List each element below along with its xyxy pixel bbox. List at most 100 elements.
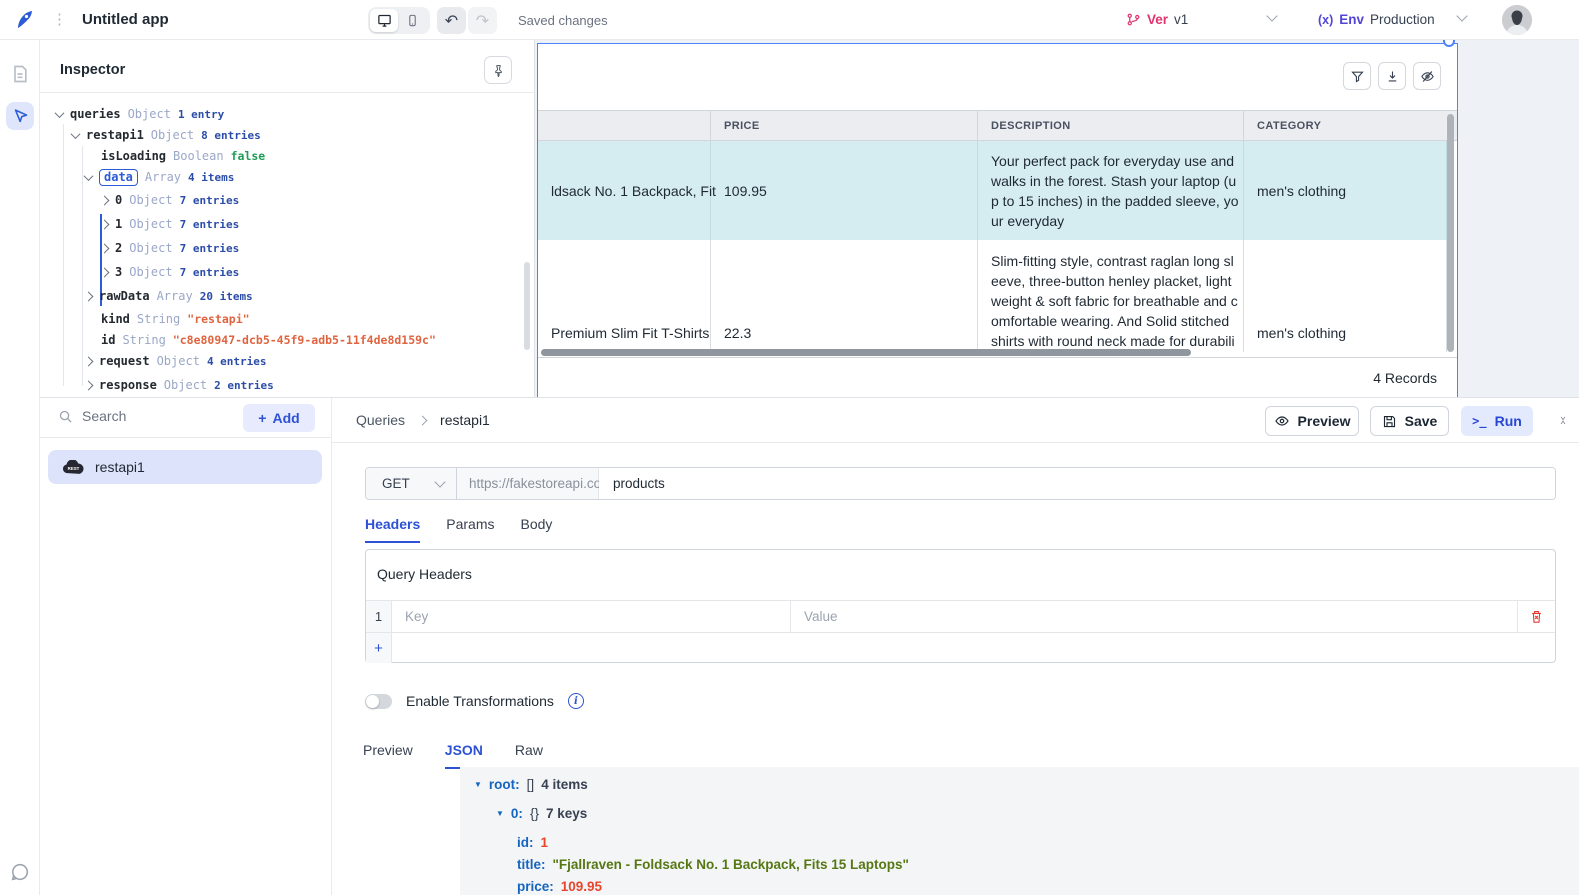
request-tabs: Headers Params Body	[365, 516, 552, 543]
query-editor: Queries restapi1 Preview Save	[332, 398, 1579, 895]
tree-node-request[interactable]: requestObject4 entries	[85, 351, 267, 371]
env-chevron-down-icon[interactable]	[1456, 10, 1467, 21]
preview-button[interactable]: Preview	[1265, 406, 1359, 436]
chevron-right-icon[interactable]	[84, 380, 94, 390]
column-header-category[interactable]: CATEGORY	[1244, 111, 1447, 140]
chevron-right-icon[interactable]	[100, 243, 110, 253]
save-button[interactable]: Save	[1370, 406, 1449, 436]
left-sidebar	[0, 40, 40, 895]
add-query-button[interactable]: + Add	[243, 404, 315, 432]
json-node-price: price: 109.95	[517, 879, 602, 894]
table-row[interactable]: ldsack No. 1 Backpack, Fit 109.95 Your p…	[538, 141, 1447, 240]
header-key-input[interactable]: Key	[392, 601, 791, 632]
tree-node-data-0[interactable]: 0Object7 entries	[101, 190, 239, 210]
triangle-down-icon[interactable]: ▼	[474, 780, 482, 789]
table-widget[interactable]: PRICE DESCRIPTION CATEGORY ldsack No. 1 …	[537, 43, 1458, 397]
tab-response-raw[interactable]: Raw	[515, 742, 543, 769]
chevron-down-icon[interactable]	[84, 171, 94, 181]
tree-node-restapi1[interactable]: restapi1Object8 entries	[72, 125, 261, 145]
tree-node-data-1[interactable]: 1Object7 entries	[101, 214, 239, 234]
breadcrumb-restapi1[interactable]: restapi1	[440, 412, 490, 428]
tab-response-json[interactable]: JSON	[445, 742, 483, 769]
json-node-0[interactable]: ▼ 0: {} 7 keys	[496, 806, 587, 821]
device-toggle[interactable]	[368, 7, 430, 34]
appsmith-logo-icon[interactable]	[12, 8, 36, 32]
run-button[interactable]: >_ Run	[1461, 406, 1533, 436]
table-row[interactable]: Premium Slim Fit T-Shirts 22.3 Slim-fitt…	[538, 240, 1447, 352]
json-node-root[interactable]: ▼ root: [] 4 items	[474, 777, 588, 792]
chevron-right-icon[interactable]	[100, 219, 110, 229]
tree-node-response[interactable]: responseObject2 entries	[85, 375, 274, 395]
tree-node-data-3[interactable]: 3Object7 entries	[101, 262, 239, 282]
column-header-title[interactable]	[538, 111, 711, 140]
pin-icon[interactable]	[484, 56, 512, 84]
query-list-item-restapi1[interactable]: REST restapi1	[48, 450, 322, 484]
pages-icon[interactable]	[6, 60, 34, 88]
tree-node-data[interactable]: dataArray4 items	[85, 167, 234, 187]
tree-node-kind[interactable]: kindString"restapi"	[101, 309, 250, 329]
request-url-row: GET https://fakestoreapi.com/ products	[365, 467, 1556, 500]
column-header-description[interactable]: DESCRIPTION	[978, 111, 1244, 140]
collapse-pane-icon[interactable]: ⌄⌃	[1560, 412, 1566, 430]
divider	[40, 92, 534, 93]
json-node-title: title: "Fjallraven - Foldsack No. 1 Back…	[517, 857, 909, 872]
tree-node-id[interactable]: idString"c8e80947-dcb5-45f9-adb5-11f4de8…	[101, 330, 436, 350]
breadcrumb-queries[interactable]: Queries	[356, 412, 405, 428]
chevron-right-icon[interactable]	[100, 267, 110, 277]
mobile-icon[interactable]	[398, 9, 426, 32]
branch-icon	[1126, 12, 1141, 27]
json-response-viewer: ▼ root: [] 4 items ▼ 0: {} 7 keys id: 1 …	[460, 767, 1579, 895]
desktop-icon[interactable]	[370, 9, 398, 32]
tab-headers[interactable]: Headers	[365, 516, 420, 543]
table-horizontal-scrollbar[interactable]	[541, 349, 1191, 356]
undo-button[interactable]: ↶	[437, 7, 466, 34]
inspector-title: Inspector	[60, 62, 125, 78]
chat-help-icon[interactable]	[6, 858, 34, 886]
user-avatar[interactable]	[1502, 5, 1532, 35]
chevron-down-icon[interactable]	[71, 129, 81, 139]
cell-category: men's clothing	[1257, 181, 1446, 201]
chevron-right-icon[interactable]	[84, 356, 94, 366]
search-row: Search + Add	[40, 398, 332, 438]
method-select[interactable]: GET	[366, 468, 457, 499]
inspector-scrollbar[interactable]	[524, 262, 530, 350]
enable-transformations-toggle[interactable]	[365, 694, 392, 709]
select-tool-icon[interactable]	[6, 102, 34, 130]
url-path-input[interactable]: products	[599, 468, 1555, 499]
redo-button[interactable]: ↷	[468, 7, 497, 34]
chevron-right-icon[interactable]	[84, 291, 94, 301]
column-header-price[interactable]: PRICE	[711, 111, 978, 140]
tab-body[interactable]: Body	[521, 516, 553, 543]
tree-node-data-2[interactable]: 2Object7 entries	[101, 238, 239, 258]
hide-columns-icon[interactable]	[1413, 62, 1441, 90]
filter-icon[interactable]	[1343, 62, 1371, 90]
cell-title: ldsack No. 1 Backpack, Fit	[551, 181, 710, 201]
delete-row-button[interactable]	[1518, 601, 1555, 632]
tab-response-preview[interactable]: Preview	[363, 742, 413, 769]
chevron-right-icon[interactable]	[100, 195, 110, 205]
download-icon[interactable]	[1378, 62, 1406, 90]
header-value-input[interactable]: Value	[791, 601, 1518, 632]
chevron-right-icon	[418, 415, 428, 425]
chevron-down-icon[interactable]	[55, 108, 65, 118]
cell-price: 22.3	[724, 323, 977, 343]
tree-node-rawdata[interactable]: rawDataArray20 items	[85, 286, 253, 306]
version-selector[interactable]: Ver v1	[1126, 12, 1188, 27]
tab-params[interactable]: Params	[446, 516, 494, 543]
query-headers-title: Query Headers	[377, 566, 472, 582]
environment-selector[interactable]: (x) Env Production	[1318, 12, 1435, 27]
add-row-button[interactable]: +	[366, 633, 392, 663]
url-prefix: https://fakestoreapi.com/	[457, 468, 599, 499]
triangle-down-icon[interactable]: ▼	[496, 809, 504, 818]
tree-node-queries[interactable]: queriesObject1 entry	[56, 104, 224, 124]
table-footer: 4 Records	[538, 357, 1457, 398]
info-icon[interactable]: i	[568, 693, 584, 709]
trash-icon	[1529, 609, 1544, 624]
tree-node-isloading[interactable]: isLoadingBooleanfalse	[101, 146, 265, 166]
app-menu-icon[interactable]: ⋮	[52, 10, 68, 28]
table-vertical-scrollbar[interactable]	[1447, 114, 1454, 352]
app-title[interactable]: Untitled app	[82, 11, 169, 28]
version-chevron-down-icon[interactable]	[1266, 10, 1277, 21]
search-input[interactable]: Search	[58, 408, 126, 424]
search-placeholder: Search	[82, 408, 126, 424]
